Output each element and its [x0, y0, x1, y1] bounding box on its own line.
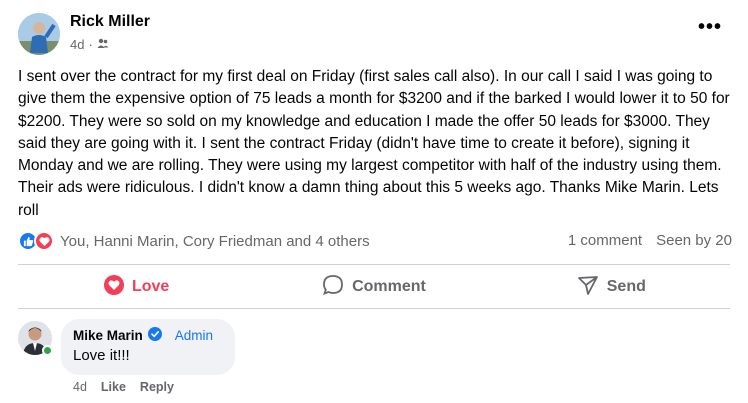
admin-badge: Admin — [174, 328, 214, 343]
divider — [18, 264, 730, 265]
meta-separator: · — [88, 37, 93, 52]
more-options-icon[interactable]: ••• — [698, 17, 722, 37]
send-icon — [577, 274, 599, 301]
post-stats: 1 comment Seen by 20 — [568, 232, 732, 249]
divider — [18, 308, 730, 309]
comment-label: Comment — [352, 278, 426, 295]
avatar-photo — [18, 13, 60, 55]
reaction-summary[interactable]: You, Hanni Marin, Cory Friedman and 4 ot… — [18, 231, 370, 251]
comment-button[interactable]: Comment — [255, 268, 492, 306]
comment-like-button[interactable]: Like — [101, 380, 126, 394]
love-label: Love — [131, 278, 170, 295]
comment-text: Love it!!! — [73, 347, 130, 364]
post-body: I sent over the contract for my first de… — [18, 68, 730, 219]
love-icon — [103, 274, 124, 300]
love-button[interactable]: Love — [18, 268, 255, 306]
commenter-name[interactable]: Mike Marin — [73, 328, 143, 343]
comment-time[interactable]: 4d — [73, 380, 87, 394]
action-bar: Love Comment Send — [18, 268, 730, 306]
comment-footer: 4d Like Reply — [73, 380, 174, 394]
comment-header: Mike Marin Admin — [73, 327, 223, 344]
send-button[interactable]: Send — [493, 268, 730, 306]
love-icon — [34, 231, 54, 251]
comment-count[interactable]: 1 comment — [568, 232, 642, 249]
comment-icon — [322, 274, 344, 301]
author-avatar[interactable] — [18, 13, 60, 55]
post-meta: 4d · — [70, 37, 109, 52]
comment-reply-button[interactable]: Reply — [140, 380, 174, 394]
author-name[interactable]: Rick Miller — [70, 13, 150, 31]
send-label: Send — [606, 278, 646, 295]
online-status-dot — [42, 345, 53, 356]
post-time[interactable]: 4d — [70, 37, 84, 52]
comment-bubble: Mike Marin Admin Love it!!! — [61, 319, 235, 375]
verified-icon — [147, 327, 162, 344]
friends-icon — [97, 37, 109, 52]
seen-count[interactable]: Seen by 20 — [656, 232, 732, 249]
reaction-names[interactable]: You, Hanni Marin, Cory Friedman and 4 ot… — [60, 233, 370, 250]
